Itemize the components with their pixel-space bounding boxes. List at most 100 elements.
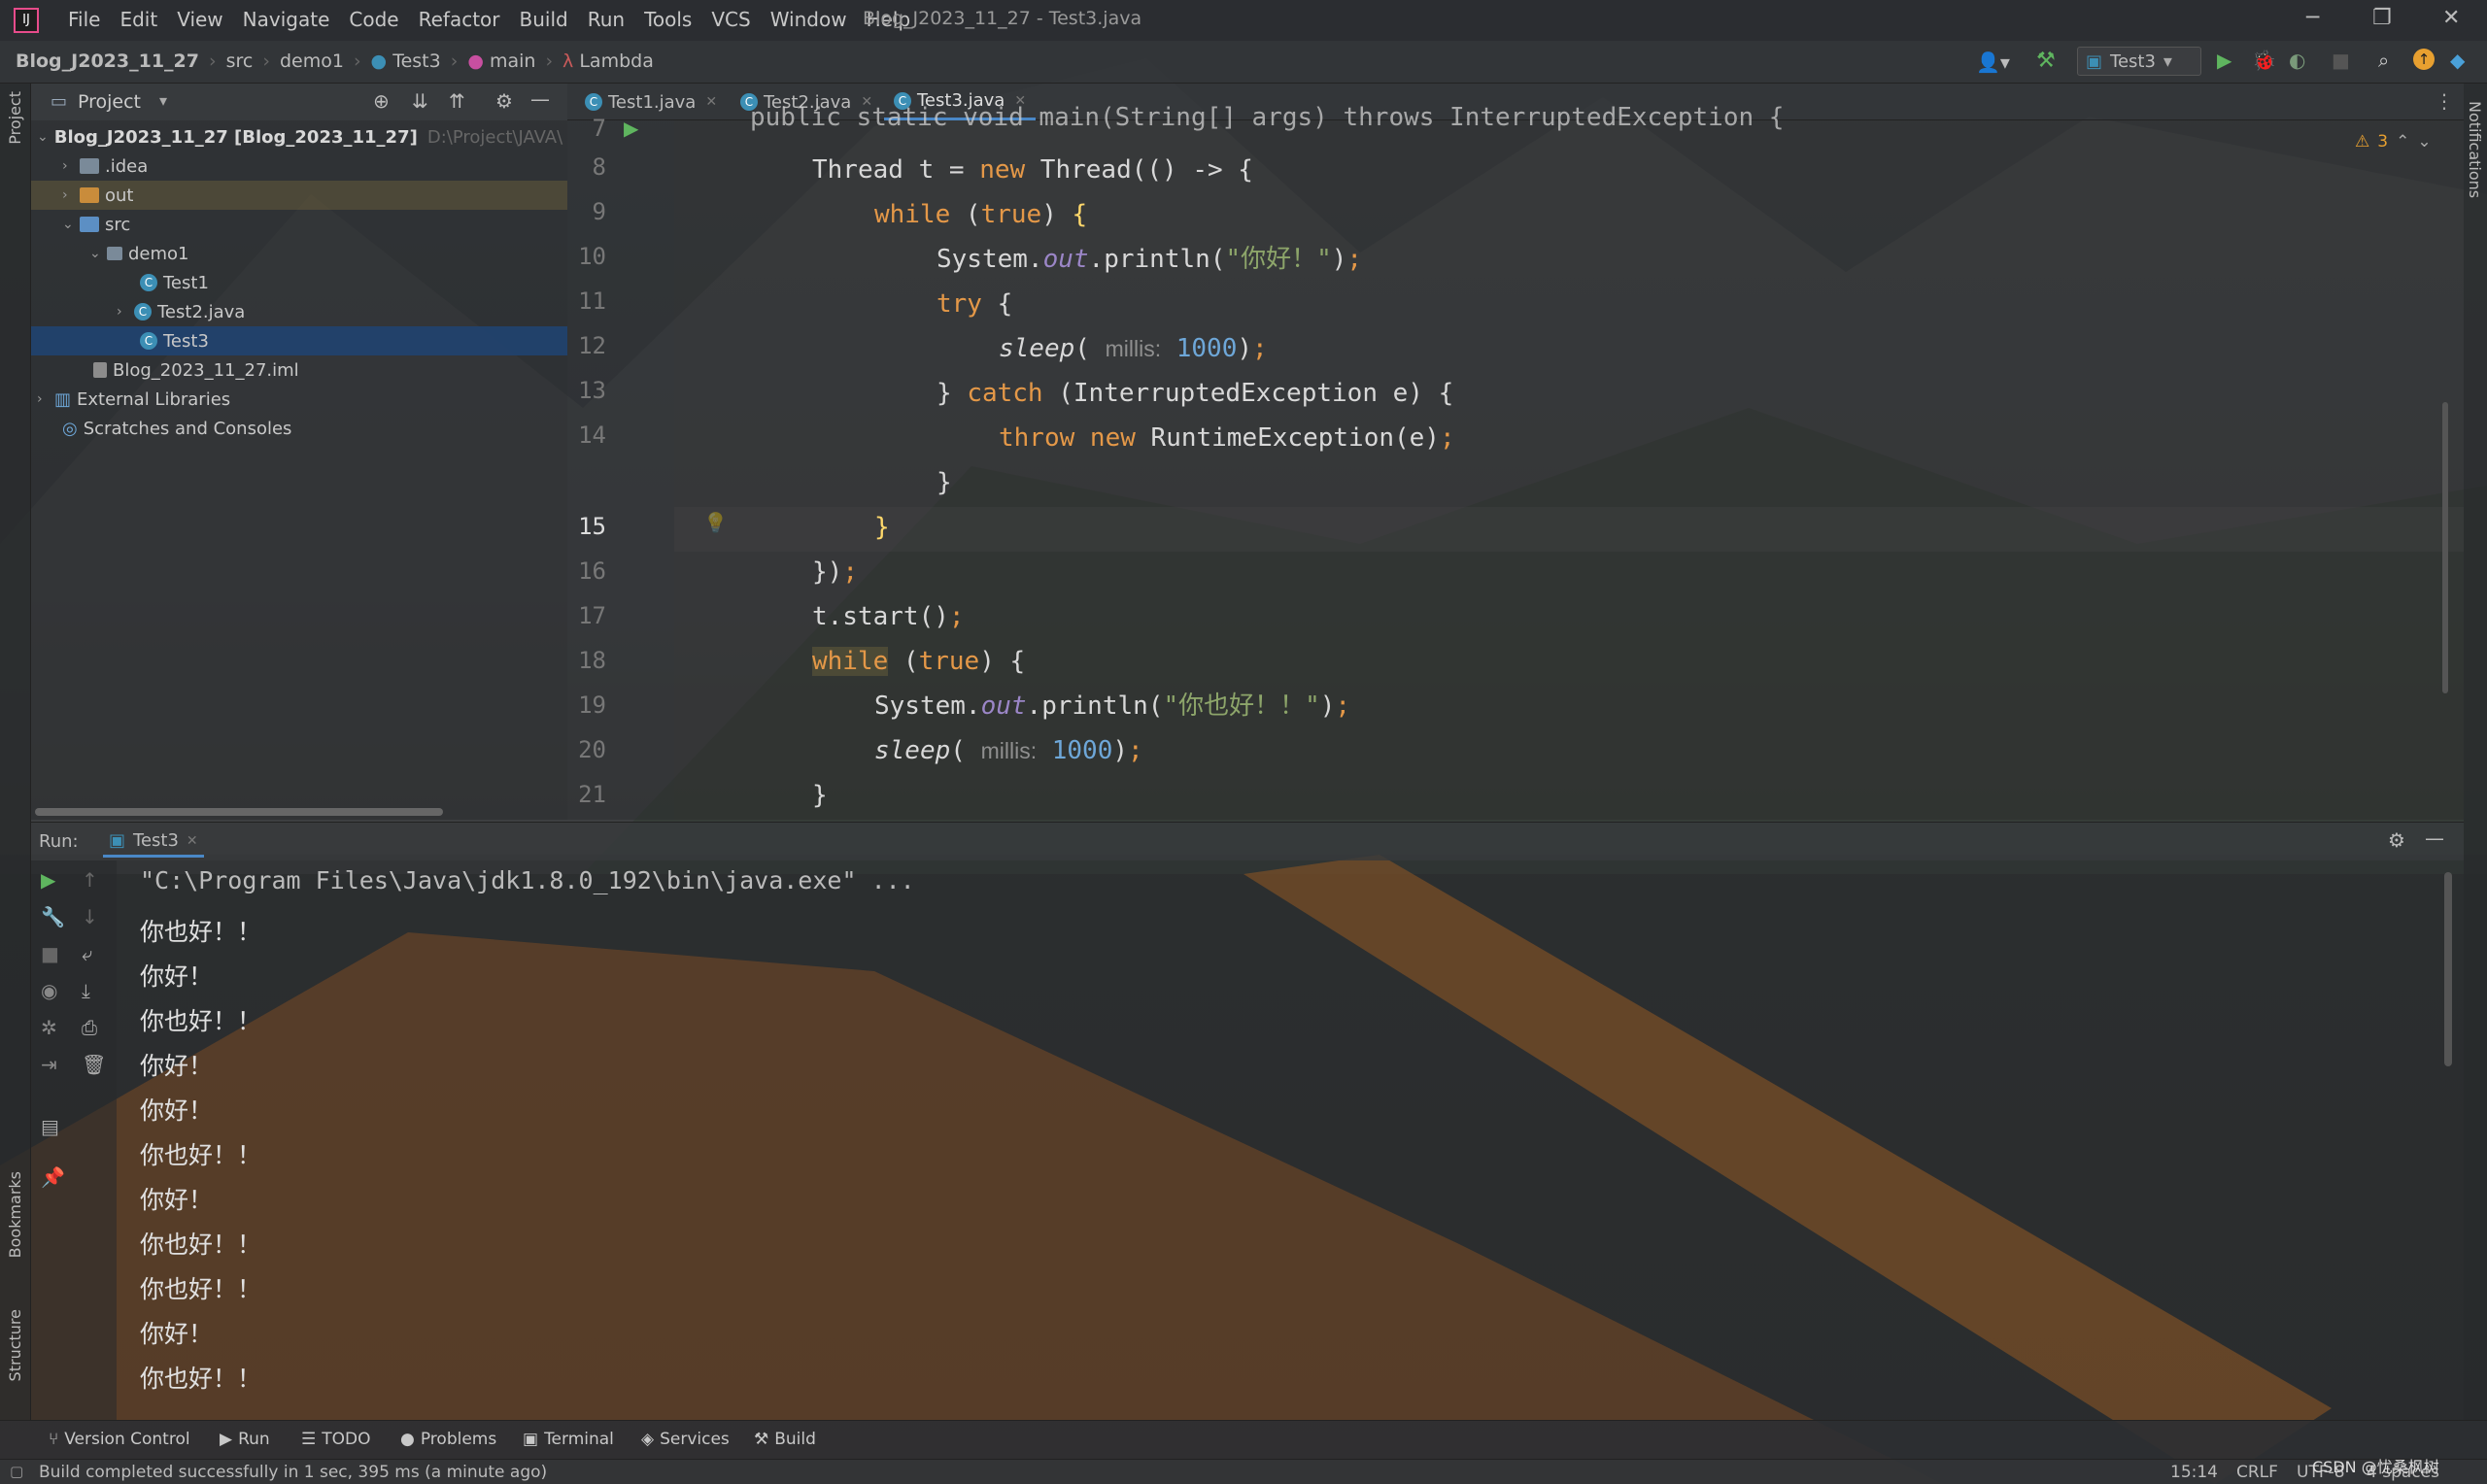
breadcrumb-src[interactable]: src <box>226 51 254 72</box>
hide-icon[interactable]: — <box>530 87 550 111</box>
soft-wrap-icon[interactable]: ⤶ <box>82 942 92 965</box>
run-gutter-icon[interactable]: ▶ <box>624 117 638 140</box>
tool-todo[interactable]: ☰ TODO <box>301 1430 371 1449</box>
caret-position[interactable]: 15:14 <box>2170 1463 2218 1482</box>
menu-window[interactable]: Window <box>761 8 857 31</box>
stop-icon[interactable]: ■ <box>2332 49 2350 72</box>
menu-vcs[interactable]: VCS <box>701 8 760 31</box>
trash-icon[interactable]: 🗑 <box>82 1053 106 1076</box>
jetbrains-logo-icon[interactable]: ◆ <box>2450 49 2465 72</box>
menu-build[interactable]: Build <box>510 8 578 31</box>
exit-icon[interactable]: ⇥ <box>41 1053 57 1076</box>
folder-icon: ▭ <box>51 91 68 112</box>
tree-node-external-libraries[interactable]: › ▥ External Libraries <box>37 385 230 414</box>
close-icon[interactable]: ✕ <box>187 833 198 849</box>
close-icon[interactable]: ✕ <box>705 94 717 110</box>
menu-code[interactable]: Code <box>339 8 408 31</box>
menu-edit[interactable]: Edit <box>110 8 167 31</box>
locate-icon[interactable]: ⊕ <box>373 89 390 113</box>
tool-version-control[interactable]: ⑂ Version Control <box>49 1430 190 1449</box>
line-number: 13 <box>578 377 606 404</box>
tree-node-idea[interactable]: › .idea <box>62 152 148 181</box>
gear-icon[interactable]: ⚙ <box>2388 828 2405 852</box>
line-separator[interactable]: CRLF <box>2236 1463 2278 1482</box>
close-icon[interactable]: ✕ <box>2442 6 2460 30</box>
run-icon[interactable]: ▶ <box>2217 49 2231 72</box>
build-hammer-icon[interactable]: ⚒ <box>2036 49 2056 73</box>
expand-all-icon[interactable]: ⇊ <box>412 89 428 113</box>
more-icon[interactable]: ⋮ <box>2435 89 2454 113</box>
console-scrollbar[interactable] <box>2444 872 2452 1066</box>
menu-tools[interactable]: Tools <box>634 8 701 31</box>
chevron-down-icon[interactable]: ⌄ <box>2417 132 2431 152</box>
notifications-tool-button[interactable]: Notifications <box>2466 101 2484 198</box>
tree-node-test3[interactable]: C Test3 <box>31 326 567 355</box>
down-icon[interactable]: ↓ <box>82 905 98 928</box>
breadcrumb-project[interactable]: Blog_J2023_11_27 <box>16 51 199 72</box>
bookmarks-tool-button[interactable]: Bookmarks <box>6 1171 24 1258</box>
run-tab-test3[interactable]: ▣ Test3 ✕ <box>103 826 204 858</box>
console-output[interactable]: "C:\Program Files\Java\jdk1.8.0_192\bin\… <box>117 860 2464 1420</box>
vertical-scrollbar[interactable] <box>2442 402 2448 693</box>
tree-node-demo1[interactable]: ⌄ demo1 <box>89 239 189 268</box>
status-toggle-icon[interactable]: ▢ <box>10 1463 23 1480</box>
tree-node-out[interactable]: › out <box>31 181 567 210</box>
debug-icon[interactable]: 🐞 <box>2252 49 2276 72</box>
breadcrumb-lambda[interactable]: λ Lambda <box>562 51 654 72</box>
print-icon[interactable]: ⎙ <box>82 1016 97 1039</box>
menu-file[interactable]: File <box>58 8 110 31</box>
chevron-up-icon[interactable]: ⌃ <box>2396 132 2409 152</box>
project-view-title[interactable]: Project <box>78 91 141 113</box>
tree-node-root[interactable]: ⌄ Blog_J2023_11_27 [Blog_2023_11_27] D:\… <box>37 122 562 152</box>
code-editor[interactable]: public static void main(String[] args) t… <box>674 103 2464 820</box>
line-number: 21 <box>578 781 606 808</box>
up-icon[interactable]: ↑ <box>82 868 98 892</box>
tool-problems[interactable]: ● Problems <box>400 1430 496 1449</box>
run-config-select[interactable]: ▣ Test3 ▾ <box>2077 47 2201 76</box>
parameter-hint: millis: <box>1105 336 1162 361</box>
collapse-all-icon[interactable]: ⇈ <box>449 89 465 113</box>
search-icon[interactable]: ⌕ <box>2378 49 2389 72</box>
code-line: System.out.println("你也好！！"); <box>874 691 1351 721</box>
menu-navigate[interactable]: Navigate <box>233 8 340 31</box>
tree-node-src[interactable]: ⌄ src <box>62 210 130 239</box>
menu-run[interactable]: Run <box>578 8 634 31</box>
menu-view[interactable]: View <box>167 8 232 31</box>
scroll-to-end-icon[interactable]: ⤓ <box>82 979 90 1002</box>
horizontal-scrollbar[interactable] <box>35 808 443 816</box>
wrench-icon[interactable]: 🔧 <box>41 905 65 928</box>
tool-run[interactable]: ▶ Run <box>220 1430 270 1449</box>
run-config-label: Test3 <box>2110 51 2156 72</box>
project-tool-button[interactable]: Project <box>6 91 24 145</box>
stop-icon[interactable]: ■ <box>41 942 59 965</box>
breadcrumb-method[interactable]: ● main <box>467 51 535 72</box>
breadcrumb-package[interactable]: demo1 <box>280 51 344 72</box>
tree-node-iml[interactable]: Blog_2023_11_27.iml <box>93 355 299 385</box>
coverage-icon[interactable]: ◐ <box>2289 49 2305 72</box>
tree-node-test1[interactable]: C Test1 <box>140 268 209 297</box>
pin-icon[interactable]: 📌 <box>41 1165 65 1189</box>
hide-icon[interactable]: — <box>2425 826 2444 850</box>
warning-count: 3 <box>2377 132 2389 152</box>
menu-refactor[interactable]: Refactor <box>409 8 510 31</box>
status-bar: ▢ Build completed successfully in 1 sec,… <box>0 1458 2487 1484</box>
tool-build[interactable]: ⚒ Build <box>754 1430 816 1449</box>
tool-services[interactable]: ◈ Services <box>641 1430 730 1449</box>
breadcrumb-class[interactable]: ● Test3 <box>371 51 441 72</box>
tree-node-scratches[interactable]: ◎ Scratches and Consoles <box>62 414 291 443</box>
camera-icon[interactable]: ◉ <box>41 979 57 1002</box>
inspection-widget[interactable]: ⚠ 3 ⌃ ⌄ <box>2355 132 2432 152</box>
rerun-icon[interactable]: ▶ <box>41 868 55 892</box>
layout-icon[interactable]: ▤ <box>41 1115 59 1138</box>
tool-terminal[interactable]: ▣ Terminal <box>523 1430 614 1449</box>
tree-node-test2[interactable]: › C Test2.java <box>117 297 245 326</box>
user-icon[interactable]: 👤▾ <box>1976 51 2010 74</box>
gear-icon[interactable]: ⚙ <box>495 89 513 113</box>
restore-icon[interactable]: ❐ <box>2372 6 2392 30</box>
update-icon[interactable]: ↑ <box>2413 49 2435 70</box>
status-message[interactable]: Build completed successfully in 1 sec, 3… <box>39 1463 547 1482</box>
structure-tool-button[interactable]: Structure <box>6 1309 24 1381</box>
chevron-down-icon[interactable]: ▾ <box>159 91 167 110</box>
debug-icon[interactable]: ✲ <box>41 1016 57 1039</box>
minimize-icon[interactable]: ─ <box>2306 6 2319 30</box>
